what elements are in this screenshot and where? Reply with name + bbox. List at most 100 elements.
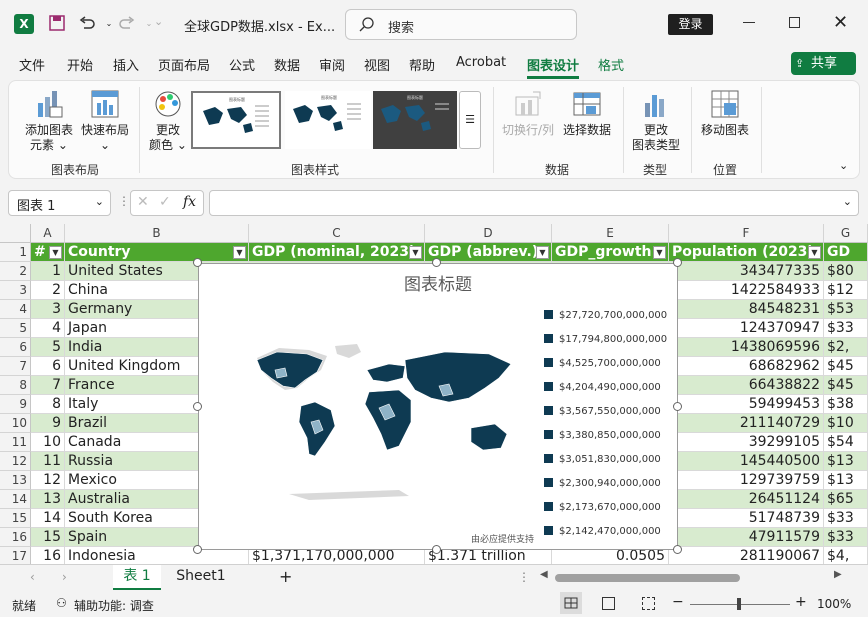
more-options-icon[interactable]: ⋮ (118, 194, 130, 208)
table-cell[interactable]: 2 (31, 281, 65, 300)
change-colors-button[interactable]: 更改 颜色 ⌄ (143, 89, 193, 153)
table-cell[interactable]: $45 (824, 376, 868, 395)
table-header-cell[interactable]: Country ▼ (65, 243, 249, 262)
tab-home[interactable]: 开始 (67, 55, 93, 74)
table-header-cell[interactable]: GD (824, 243, 868, 262)
table-cell[interactable]: $65 (824, 490, 868, 509)
row-header[interactable]: 2 (0, 262, 31, 281)
column-header-a[interactable]: A (31, 224, 65, 243)
row-header[interactable]: 15 (0, 509, 31, 528)
table-cell[interactable]: $54 (824, 433, 868, 452)
table-cell[interactable]: 211140729 (669, 414, 824, 433)
row-header[interactable]: 1 (0, 243, 31, 262)
add-sheet-icon[interactable]: + (279, 567, 292, 586)
column-header-g[interactable]: G (824, 224, 868, 243)
minimize-button[interactable] (743, 22, 755, 23)
table-cell[interactable]: 84548231 (669, 300, 824, 319)
zoom-in-icon[interactable]: + (795, 594, 807, 610)
legend-entry[interactable]: $3,380,850,000,000 (544, 430, 661, 441)
table-cell[interactable]: 1438069596 (669, 338, 824, 357)
table-cell[interactable]: 51748739 (669, 509, 824, 528)
collapse-ribbon-icon[interactable]: ⌄ (839, 159, 848, 172)
share-button[interactable]: 共享 ⇪ (791, 52, 856, 75)
tab-page-layout[interactable]: 页面布局 (158, 55, 210, 74)
save-icon[interactable] (46, 12, 68, 34)
table-cell[interactable]: 59499453 (669, 395, 824, 414)
page-layout-view-icon[interactable] (602, 597, 615, 610)
formula-input[interactable]: ⌄ (209, 190, 859, 216)
maximize-button[interactable] (789, 17, 800, 28)
resize-handle-top-right[interactable] (673, 258, 682, 267)
table-cell[interactable]: $33 (824, 528, 868, 547)
add-chart-element-button[interactable]: 添加图表 元素 ⌄ (21, 89, 77, 153)
table-cell[interactable]: $10 (824, 414, 868, 433)
resize-handle-bottom-right[interactable] (673, 545, 682, 554)
table-cell[interactable]: 12 (31, 471, 65, 490)
row-header[interactable]: 9 (0, 395, 31, 414)
table-cell[interactable]: $38 (824, 395, 868, 414)
legend-entry[interactable]: $3,051,830,000,000 (544, 454, 661, 465)
normal-view-button[interactable] (560, 592, 582, 614)
next-sheet-icon[interactable]: › (62, 570, 67, 584)
table-cell[interactable]: 11 (31, 452, 65, 471)
resize-handle-right[interactable] (673, 402, 682, 411)
tab-insert[interactable]: 插入 (113, 55, 139, 74)
filter-dropdown-icon[interactable]: ▼ (49, 246, 62, 259)
legend-entry[interactable]: $4,204,490,000,000 (544, 382, 661, 393)
tab-review[interactable]: 审阅 (319, 55, 345, 74)
table-cell[interactable]: $13 (824, 471, 868, 490)
insert-function-icon[interactable]: fx (183, 194, 196, 210)
zoom-out-icon[interactable]: − (672, 594, 684, 610)
resize-handle-top-left[interactable] (193, 258, 202, 267)
legend-entry[interactable]: $2,300,940,000,000 (544, 478, 661, 489)
table-cell[interactable]: $33 (824, 319, 868, 338)
table-cell[interactable]: $4, (824, 547, 868, 564)
qat-customize-icon[interactable]: ⌄ (154, 15, 163, 28)
column-header-b[interactable]: B (65, 224, 249, 243)
more-options-icon[interactable]: ⋮ (518, 570, 530, 584)
change-chart-type-button[interactable]: 更改 图表类型 (625, 89, 687, 153)
table-cell[interactable]: 129739759 (669, 471, 824, 490)
table-header-cell[interactable]: Population (2023) ▼ (669, 243, 824, 262)
chart-style-2[interactable]: 图表标题 (285, 91, 371, 149)
sheet-tab-active[interactable]: 表 1 (113, 565, 161, 590)
tab-view[interactable]: 视图 (364, 55, 390, 74)
column-header-d[interactable]: D (425, 224, 552, 243)
table-cell[interactable]: 3 (31, 300, 65, 319)
table-cell[interactable]: $80 (824, 262, 868, 281)
row-header[interactable]: 5 (0, 319, 31, 338)
tab-formulas[interactable]: 公式 (229, 55, 255, 74)
expand-formula-icon[interactable]: ⌄ (843, 195, 852, 208)
table-cell[interactable]: 39299105 (669, 433, 824, 452)
table-cell[interactable]: 7 (31, 376, 65, 395)
table-cell[interactable]: 145440500 (669, 452, 824, 471)
chart-object[interactable]: 图表标题 $27,720,700,000,000 $17,794,800,000,… (198, 263, 678, 550)
table-header-cell[interactable]: GDP_growth ▼ (552, 243, 669, 262)
legend-entry[interactable]: $3,567,550,000,000 (544, 406, 661, 417)
column-header-e[interactable]: E (552, 224, 669, 243)
row-header[interactable]: 8 (0, 376, 31, 395)
zoom-level[interactable]: 100% (817, 597, 851, 611)
resize-handle-left[interactable] (193, 402, 202, 411)
column-header-c[interactable]: C (249, 224, 425, 243)
table-cell[interactable]: 8 (31, 395, 65, 414)
row-header[interactable]: 13 (0, 471, 31, 490)
tab-acrobat[interactable]: Acrobat (456, 55, 506, 70)
table-cell[interactable]: 26451124 (669, 490, 824, 509)
table-cell[interactable]: 4 (31, 319, 65, 338)
select-all-corner[interactable] (0, 224, 31, 243)
move-chart-button[interactable]: 移动图表 (695, 89, 755, 138)
select-data-button[interactable]: 选择数据 (559, 89, 615, 138)
legend-entry[interactable]: $27,720,700,000,000 (544, 310, 667, 321)
legend-entry[interactable]: $2,173,670,000,000 (544, 502, 661, 513)
zoom-slider-thumb[interactable] (737, 598, 741, 610)
tab-file[interactable]: 文件 (19, 55, 45, 74)
accessibility-status[interactable]: 辅助功能: 调查 (74, 597, 154, 614)
table-header-cell[interactable]: GDP (abbrev.) ▼ (425, 243, 552, 262)
legend-entry[interactable]: $4,525,700,000,000 (544, 358, 661, 369)
resize-handle-top[interactable] (432, 258, 441, 267)
chart-style-3[interactable]: 图表标题 (373, 91, 457, 149)
scroll-right-icon[interactable]: ▶ (834, 569, 842, 580)
table-cell[interactable]: 68682962 (669, 357, 824, 376)
table-cell[interactable]: $53 (824, 300, 868, 319)
